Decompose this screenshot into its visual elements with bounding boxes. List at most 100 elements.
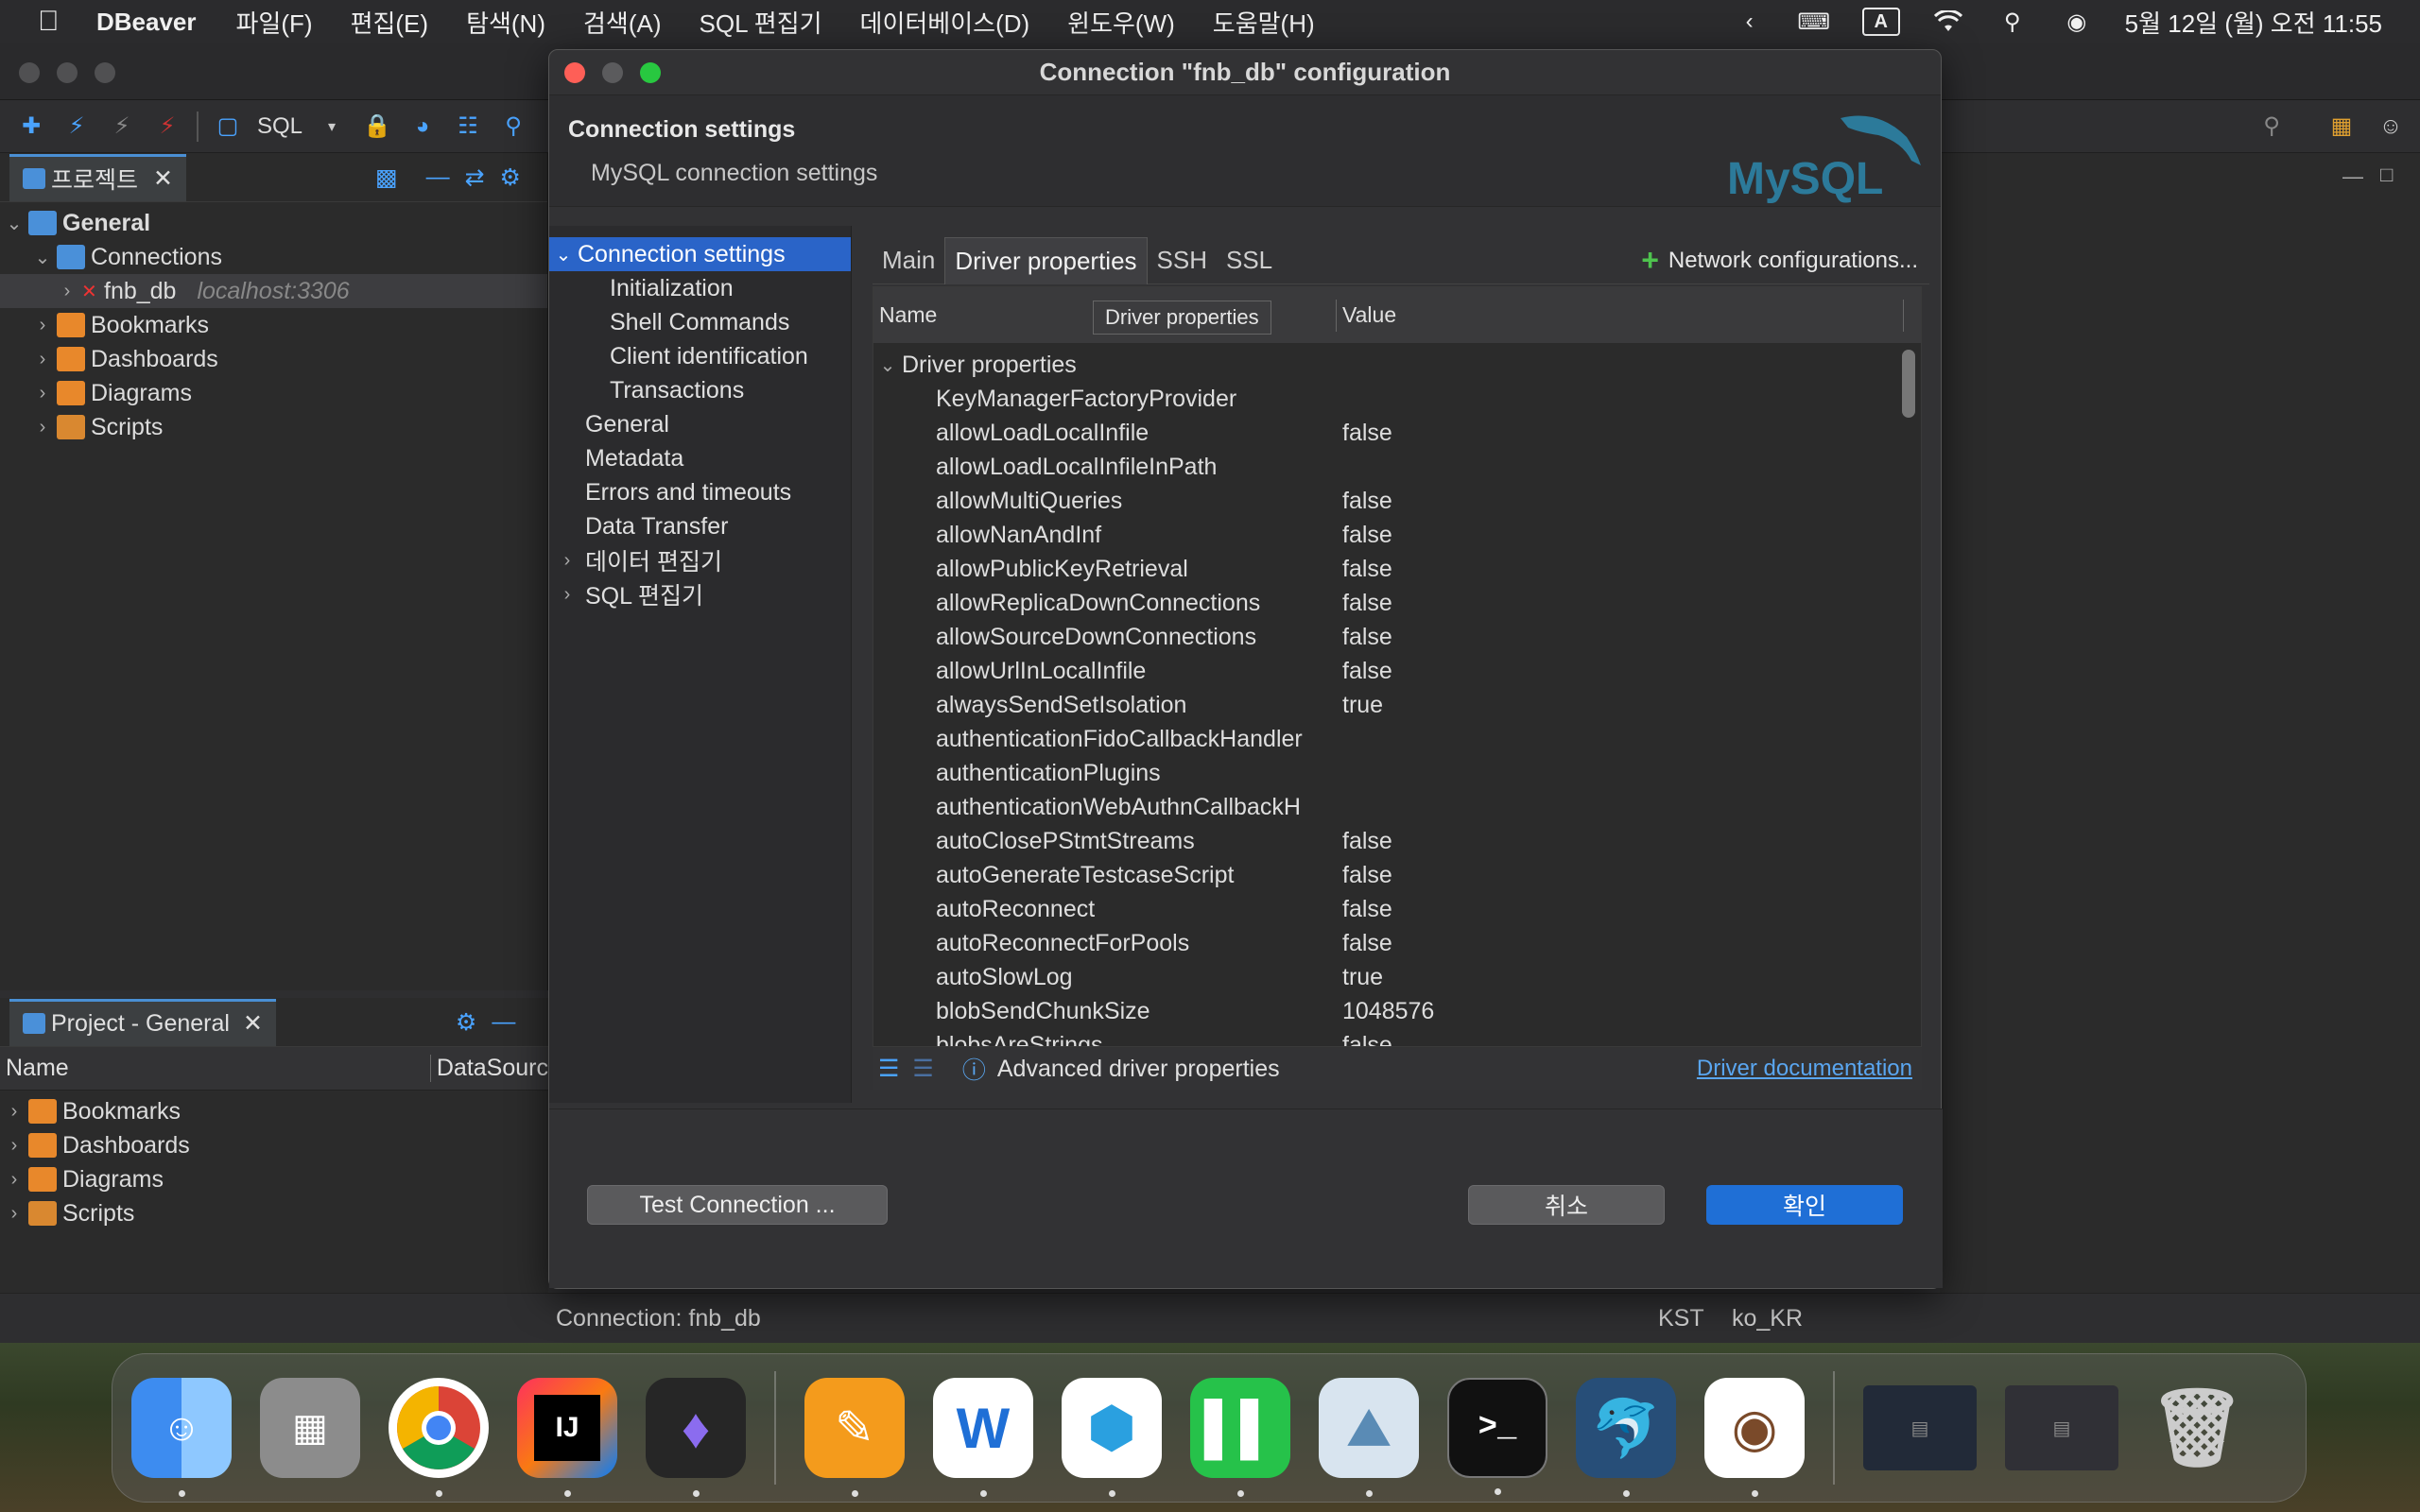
minimize-icon[interactable]: — (2342, 164, 2363, 189)
dialog-close-button[interactable] (564, 62, 585, 83)
dock-whale[interactable]: W (933, 1378, 1033, 1497)
tree-item-connections[interactable]: ⌄ Connections (0, 240, 547, 274)
maximize-icon[interactable]: □ (2380, 163, 2393, 187)
menu-help[interactable]: 도움말(H) (1213, 5, 1315, 40)
property-row[interactable]: autoReconnect false (873, 892, 1921, 926)
tab-project[interactable]: 프로젝트 ✕ (9, 153, 186, 201)
tree-item-scripts[interactable]: › Scripts (0, 1196, 548, 1230)
dialog-minimize-button[interactable] (602, 62, 623, 83)
chevron-down-icon[interactable]: ⌄ (0, 212, 28, 235)
property-row[interactable]: autoClosePStmtStreams false (873, 824, 1921, 858)
nav-initialization[interactable]: Initialization (549, 271, 851, 305)
property-value[interactable]: false (1337, 556, 1392, 583)
window-zoom-button[interactable] (95, 62, 115, 83)
apple-icon[interactable]:  (38, 6, 66, 38)
dashboard-icon[interactable]: ◕ (406, 111, 439, 143)
property-row[interactable]: allowLoadLocalInfileInPath (873, 450, 1921, 484)
chevron-left-icon[interactable]: ‹ (1734, 9, 1766, 35)
disconnect-all-icon[interactable]: ⚡ (151, 111, 183, 143)
tab-project-general[interactable]: Project - General ✕ (9, 998, 276, 1046)
global-search-icon[interactable]: ⚲ (2256, 111, 2288, 143)
nav-client-identification[interactable]: Client identification (549, 339, 851, 373)
collapse-icon[interactable]: — (426, 163, 450, 191)
property-row[interactable]: authenticationFidoCallbackHandler (873, 722, 1921, 756)
dock-obsidian[interactable]: ♦ (646, 1378, 746, 1497)
network-configurations-button[interactable]: + Network configurations... (1641, 243, 1918, 278)
dock-dbeaver-ce[interactable]: ◉ (1704, 1378, 1805, 1497)
chevron-right-icon[interactable]: › (0, 1101, 28, 1123)
column-header-name[interactable]: Name (0, 1055, 431, 1082)
property-value[interactable]: false (1337, 658, 1392, 685)
avatar-icon[interactable]: ☺ (2375, 111, 2407, 143)
property-row[interactable]: autoReconnectForPools false (873, 926, 1921, 960)
perspective-icon[interactable]: ▦ (2325, 111, 2358, 143)
property-row[interactable]: authenticationWebAuthnCallbackH (873, 790, 1921, 824)
chevron-right-icon[interactable]: › (28, 349, 57, 370)
dock-intellij[interactable]: IJ (517, 1378, 617, 1497)
menu-file[interactable]: 파일(F) (236, 5, 313, 40)
ok-button[interactable]: 확인 (1706, 1185, 1903, 1225)
tree-item-dashboards[interactable]: › Dashboards (0, 1128, 548, 1162)
tree-item-bookmarks[interactable]: › Bookmarks (0, 1094, 548, 1128)
control-center-icon[interactable]: ◉ (2061, 9, 2093, 35)
nav-connection-settings[interactable]: ⌄ Connection settings (549, 237, 851, 271)
menu-database[interactable]: 데이터베이스(D) (860, 5, 1030, 40)
sql-button[interactable]: SQL (257, 113, 302, 140)
window-minimize-button[interactable] (57, 62, 78, 83)
dock-minimized-window-1[interactable]: ▤ (1863, 1385, 1977, 1470)
dock-pages[interactable]: ✎ (804, 1378, 905, 1497)
nav-metadata[interactable]: Metadata (549, 441, 851, 475)
minimize-icon[interactable]: — (492, 1008, 515, 1036)
property-value[interactable]: false (1337, 624, 1392, 651)
link-editor-icon[interactable]: ⇄ (465, 163, 485, 192)
property-value[interactable]: false (1337, 420, 1392, 447)
nav-data-editor[interactable]: › 데이터 편집기 (549, 543, 851, 577)
property-value[interactable]: false (1337, 862, 1392, 889)
chevron-right-icon[interactable]: › (53, 281, 81, 302)
app-menu[interactable]: DBeaver (96, 8, 197, 37)
dock-launchpad[interactable]: ▦ (260, 1378, 360, 1478)
property-value[interactable]: true (1337, 964, 1383, 991)
sql-editor-icon[interactable]: ▢ (212, 111, 244, 143)
property-value[interactable]: true (1337, 692, 1383, 719)
dialog-zoom-button[interactable] (640, 62, 661, 83)
dock-finder[interactable]: ☺ (131, 1378, 232, 1497)
tab-main[interactable]: Main (873, 237, 944, 284)
column-header-value[interactable]: Value (1337, 299, 1904, 332)
tree-item-bookmarks[interactable]: › Bookmarks (0, 308, 547, 342)
new-connection-icon[interactable]: ✚ (15, 111, 47, 143)
chevron-right-icon[interactable]: › (549, 550, 585, 572)
chevron-down-icon[interactable]: ⌄ (549, 243, 578, 266)
nav-general[interactable]: General (549, 407, 851, 441)
disconnect-icon[interactable]: ⚡ (106, 111, 138, 143)
property-value[interactable]: false (1337, 488, 1392, 515)
nav-sql-editor[interactable]: › SQL 편집기 (549, 577, 851, 611)
chevron-down-icon[interactable]: ▾ (316, 111, 348, 143)
property-value[interactable]: false (1337, 522, 1392, 549)
group-row-driver-properties[interactable]: ⌄ Driver properties (873, 348, 1921, 382)
dock-preview[interactable]: ⛰ (1319, 1378, 1419, 1497)
remove-property-icon[interactable]: ☰ (912, 1055, 933, 1083)
test-connection-button[interactable]: Test Connection ... (587, 1185, 888, 1225)
add-property-icon[interactable]: ☰ (878, 1055, 899, 1083)
dock-minimized-window-2[interactable]: ▤ (2005, 1385, 2118, 1470)
window-close-button[interactable] (19, 62, 40, 83)
property-row[interactable]: autoGenerateTestcaseScript false (873, 858, 1921, 892)
connect-icon[interactable]: ⚡ (60, 111, 93, 143)
property-value[interactable]: false (1337, 1032, 1392, 1047)
dock-trash[interactable]: 🗑 (2147, 1378, 2247, 1478)
nav-errors-timeouts[interactable]: Errors and timeouts (549, 475, 851, 509)
chevron-right-icon[interactable]: › (28, 383, 57, 404)
spotlight-search-icon[interactable]: ⚲ (1996, 9, 2029, 35)
chevron-down-icon[interactable]: ⌄ (28, 246, 57, 269)
wifi-icon[interactable] (1932, 9, 1964, 35)
property-value[interactable]: false (1337, 590, 1392, 617)
tree-item-scripts[interactable]: › Scripts (0, 410, 547, 444)
tree-item-general[interactable]: ⌄ General (0, 206, 547, 240)
nav-shell-commands[interactable]: Shell Commands (549, 305, 851, 339)
dock-mybox[interactable]: ⬢ (1062, 1378, 1162, 1497)
property-row[interactable]: blobsAreStrings false (873, 1028, 1921, 1047)
gear-icon[interactable]: ⚙ (456, 1008, 476, 1037)
tree-item-fnb-db[interactable]: › ✕ fnb_db localhost:3306 (0, 274, 547, 308)
driver-documentation-link[interactable]: Driver documentation (1697, 1056, 1912, 1082)
